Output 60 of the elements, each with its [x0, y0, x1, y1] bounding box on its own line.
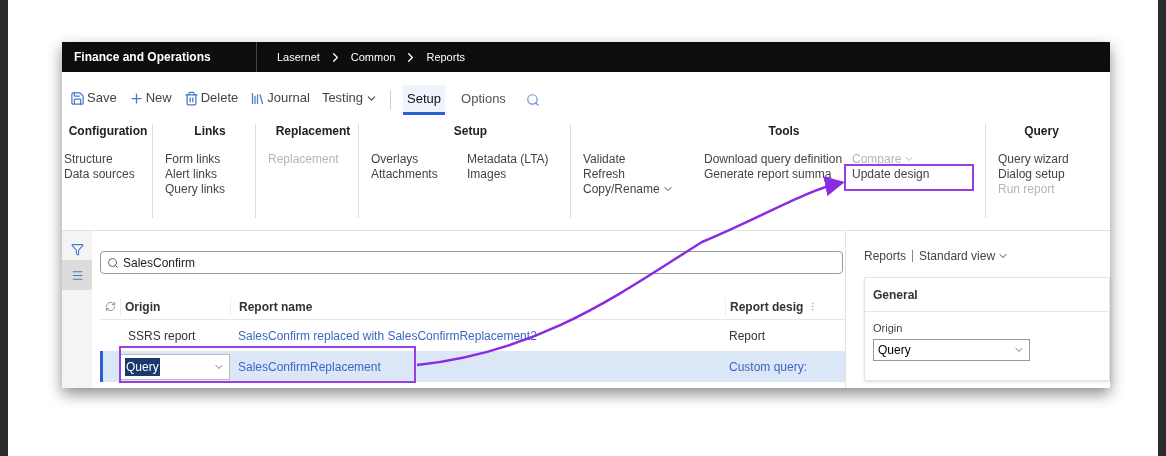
column-header[interactable]: Origin [120, 297, 230, 316]
page-title: Reports [864, 248, 907, 265]
origin-dropdown[interactable]: Query [120, 353, 230, 380]
app-name: Finance and Operations [62, 42, 257, 72]
ribbon-item[interactable]: Form links [165, 152, 221, 166]
ribbon-item[interactable]: Data sources [64, 167, 135, 181]
table-row[interactable]: Query SalesConfirmReplacement Custom query: [100, 351, 845, 382]
group-title: Setup [453, 124, 488, 138]
list-icon[interactable] [70, 268, 84, 282]
group-title: Query [1024, 124, 1059, 138]
report-link[interactable]: SalesConfirm replaced with SalesConfirmReplacement2 [230, 326, 725, 345]
menu-button[interactable]: Testing [321, 88, 379, 112]
ribbon-item[interactable]: Validate [583, 152, 626, 166]
toolbar-button[interactable]: Delete [183, 88, 239, 112]
table-cell-text: Report [728, 327, 767, 345]
ribbon-item[interactable]: Metadata (LTA) [467, 152, 549, 166]
filter-icon[interactable] [70, 243, 84, 256]
ribbon-item[interactable]: Images [467, 167, 507, 181]
section-title: General [873, 286, 918, 304]
toolbar-button[interactable]: Journal [250, 88, 310, 112]
ribbon-tab[interactable]: Setup [403, 84, 446, 116]
group-title: Links [194, 124, 226, 138]
refresh-icon[interactable] [104, 301, 116, 312]
delete-icon [183, 90, 199, 106]
column-header[interactable]: Report desig [730, 297, 804, 316]
ribbon-item[interactable]: Query wizard [998, 152, 1069, 166]
new-icon [128, 90, 144, 106]
search-icon [107, 256, 119, 269]
search-icon[interactable] [525, 93, 540, 107]
group-title: Replacement [275, 124, 351, 138]
ribbon-item[interactable]: Structure [64, 152, 113, 166]
field-label: Origin [873, 321, 904, 336]
ribbon-item[interactable]: Update design [852, 167, 930, 181]
view-selector[interactable]: Standard view [919, 247, 1010, 265]
origin-dropdown[interactable]: Query [873, 338, 1030, 361]
ribbon-tab[interactable]: Options [457, 84, 510, 116]
group-title: Tools [768, 124, 800, 138]
filter-field[interactable]: SalesConfirm [100, 251, 843, 274]
ribbon-item[interactable]: Query links [165, 182, 226, 196]
group-title: Configuration [68, 124, 148, 138]
ribbon-item[interactable]: Attachments [371, 167, 438, 181]
report-link[interactable]: SalesConfirmReplacement [230, 357, 725, 376]
breadcrumb-link[interactable]: Lasernet [277, 48, 320, 66]
breadcrumb-link[interactable]: Common [350, 48, 396, 66]
table-cell-text: SSRS report [127, 327, 197, 345]
ribbon-item[interactable]: Copy/Rename [583, 182, 674, 196]
ribbon-item[interactable]: Generate report summa [704, 167, 832, 181]
ribbon-item[interactable]: Alert links [165, 167, 217, 181]
ribbon-item[interactable]: Overlays [371, 152, 419, 166]
save-icon [70, 90, 85, 106]
ribbon-item[interactable]: Dialog setup [998, 167, 1065, 181]
toolbar-button[interactable]: Save [70, 88, 117, 112]
table-cell-text: Custom query: [728, 358, 809, 376]
toolbar-button[interactable]: New [128, 88, 172, 112]
breadcrumb-link[interactable]: Reports [426, 48, 465, 66]
journal-icon [250, 90, 266, 106]
ribbon-item[interactable]: Refresh [583, 167, 626, 181]
column-header[interactable]: Report name [230, 297, 725, 316]
table-row[interactable]: SSRS report SalesConfirm replaced with SalesConfirmReplacement2 Report [100, 320, 845, 351]
ribbon-item[interactable]: Download query definition [704, 152, 843, 166]
